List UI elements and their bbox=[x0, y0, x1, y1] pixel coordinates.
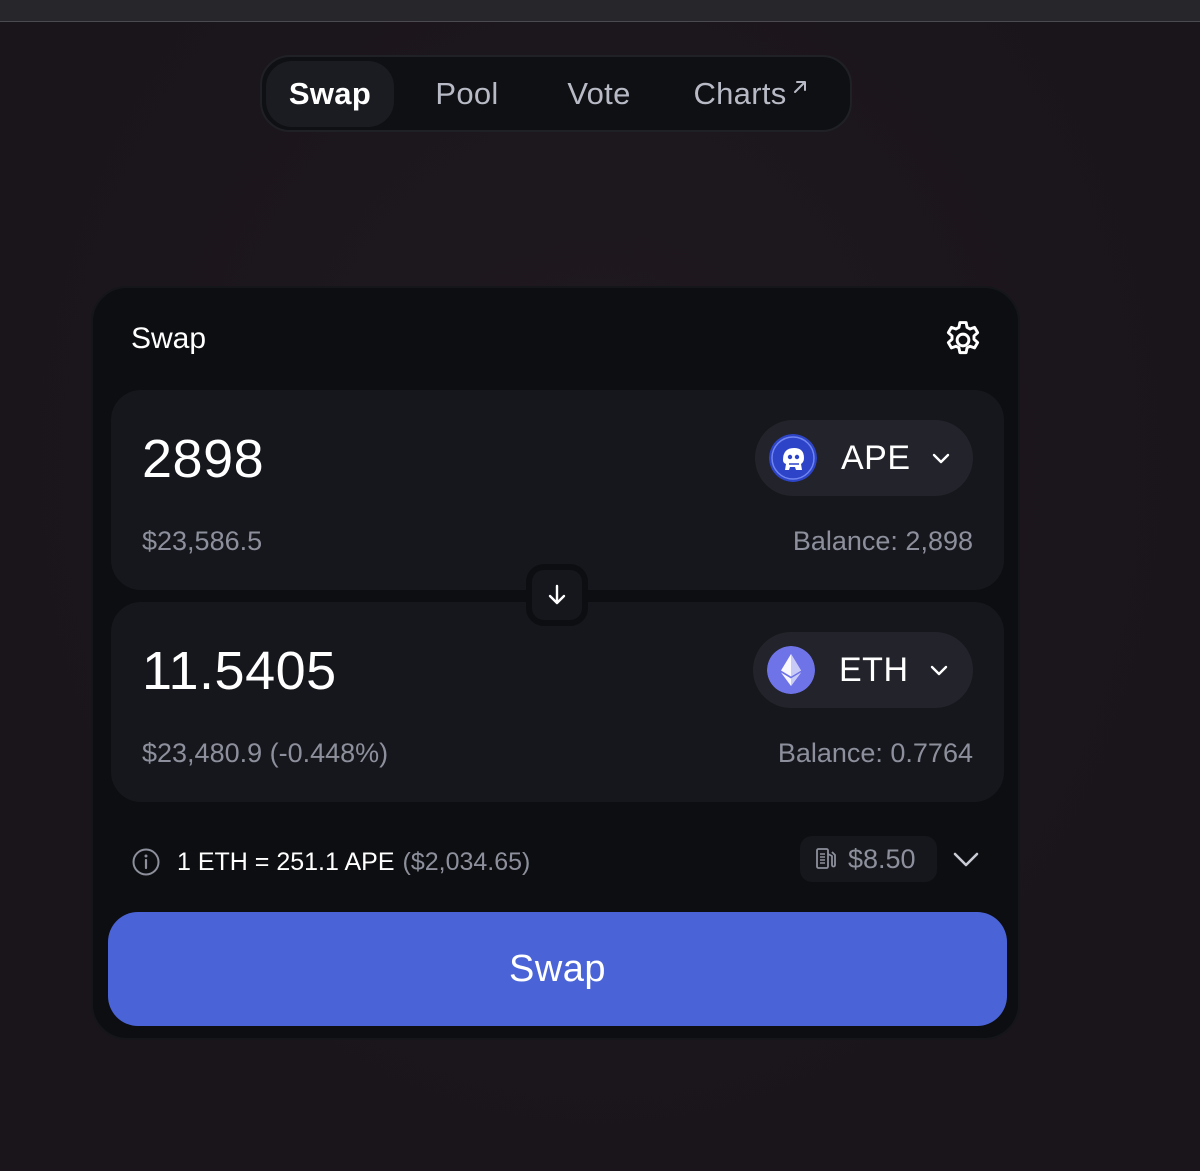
swap-button[interactable]: Swap bbox=[108, 912, 1007, 1026]
buy-token-selector[interactable]: ETH bbox=[753, 632, 973, 708]
nav-tab-pool[interactable]: Pool bbox=[394, 61, 540, 127]
sell-usd-value: $23,586.5 bbox=[142, 526, 263, 556]
info-icon bbox=[132, 848, 160, 876]
arrow-down-icon bbox=[548, 584, 566, 605]
nav-tab-swap[interactable]: Swap bbox=[266, 60, 394, 127]
nav-tab-label: Pool bbox=[435, 75, 499, 111]
sell-token-symbol: APE bbox=[841, 438, 911, 477]
nav-tab-label: Charts bbox=[693, 75, 787, 111]
nav-tab-label: Swap bbox=[288, 75, 372, 111]
nav-tab-charts[interactable]: Charts bbox=[658, 61, 844, 127]
main-nav: Swap Pool Vote Charts bbox=[260, 55, 852, 132]
switch-direction-button[interactable] bbox=[526, 564, 588, 626]
sell-amount-input[interactable]: 2898 bbox=[142, 428, 264, 490]
ape-token-icon bbox=[769, 434, 817, 482]
buy-panel: 11.5405 ETH $23,480.9 (-0.448%) Balance:… bbox=[111, 602, 1004, 802]
eth-token-icon bbox=[767, 646, 815, 694]
buy-token-symbol: ETH bbox=[839, 650, 909, 689]
external-link-icon bbox=[793, 80, 806, 93]
gear-icon[interactable] bbox=[941, 318, 985, 362]
gas-fee-badge: $8.50 bbox=[800, 836, 937, 882]
buy-balance: Balance: 0.7764 bbox=[777, 738, 973, 768]
buy-amount-input[interactable]: 11.5405 bbox=[142, 640, 337, 702]
gas-fee-text: $8.50 bbox=[848, 843, 916, 874]
exchange-rate-text: 1 ETH = 251.1 APE bbox=[177, 847, 395, 876]
sell-panel: 2898 APE $23,586.5 Balance: 2,898 bbox=[111, 390, 1004, 590]
swap-card: Swap 2898 APE $23,586.5 Balance: 2,898 1… bbox=[91, 286, 1020, 1040]
browser-top-bar bbox=[0, 0, 1200, 22]
gas-pump-icon bbox=[816, 848, 836, 869]
sell-balance[interactable]: Balance: 2,898 bbox=[793, 526, 973, 557]
nav-tab-vote[interactable]: Vote bbox=[540, 61, 658, 127]
exchange-rate-usd: ($2,034.65) bbox=[402, 847, 531, 876]
exchange-rate-row[interactable]: 1 ETH = 251.1 APE ($2,034.65) bbox=[131, 844, 530, 880]
chevron-down-icon bbox=[932, 453, 949, 464]
swap-button-label: Swap bbox=[508, 947, 607, 990]
page: Swap Pool Vote Charts Swap 2898 APE $23,… bbox=[0, 0, 1200, 1171]
nav-tab-label: Vote bbox=[567, 75, 631, 111]
card-title: Swap bbox=[131, 322, 207, 355]
chevron-down-icon bbox=[930, 665, 947, 676]
sell-token-selector[interactable]: APE bbox=[755, 420, 973, 496]
buy-usd-value: $23,480.9 (-0.448%) bbox=[142, 738, 389, 768]
chevron-down-icon[interactable] bbox=[951, 844, 981, 874]
